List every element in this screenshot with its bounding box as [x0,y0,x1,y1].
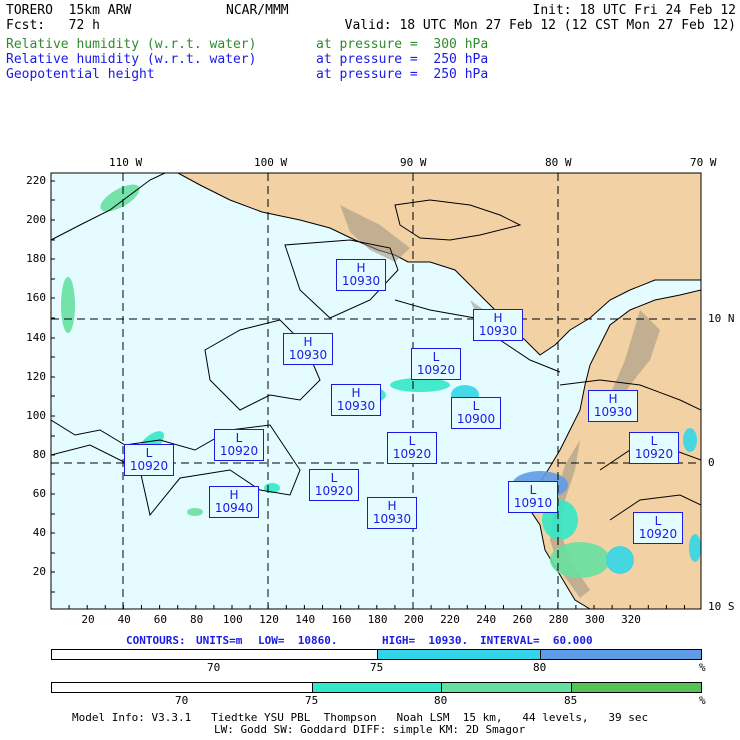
x-tick-label: 300 [584,613,605,626]
x-tick-label: 240 [476,613,497,626]
x-tick-label: 320 [621,613,641,626]
high-center-label: H 10930 [283,333,333,365]
colorbar-300-unit: % [699,694,706,707]
x-tick-label: 140 [295,613,316,626]
colorbar-250-tick-75: 75 [370,661,384,674]
y-tick-label: 220 [26,174,46,187]
x-tick-label: 260 [512,613,533,626]
x-tick-label: 220 [440,613,460,626]
colorbar-300-tick-75: 75 [305,694,319,707]
x-tick-label: 40 [117,613,131,626]
x-tick-label: 200 [403,613,424,626]
extremum-value: 10930 [341,274,381,288]
y-tick-label: 120 [26,370,46,383]
low-center-label: L 10920 [124,444,174,476]
lat-label-0: 0 [708,456,715,469]
lat-label-10s: 10 S [708,600,735,613]
colorbar-300-tick-85: 85 [564,694,578,707]
lon-label-100w: 100 W [254,156,288,169]
colorbar-300-tick-70: 70 [175,694,189,707]
x-tick-label: 280 [548,613,569,626]
low-center-label: L 10920 [309,469,359,501]
high-center-label: H 10930 [367,497,417,529]
colorbar-300-segment-4 [571,682,702,693]
low-center-label: L 10920 [411,348,461,380]
high-center-label: H 10930 [473,309,523,341]
extremum-value: 10920 [219,444,259,458]
extremum-value: 10910 [513,496,553,510]
extremum-value: 10930 [372,512,412,526]
contours-label: CONTOURS: [126,634,186,647]
extremum-value: 10930 [593,405,633,419]
x-tick-label: 120 [259,613,279,626]
y-tick-label: 100 [26,409,46,422]
y-tick-label: 180 [26,252,46,265]
high-center-label: H 10930 [331,384,381,416]
colorbar-250-segment-2 [377,649,541,660]
colorbar-250-segment-1 [51,649,378,660]
y-tick-label: 60 [32,487,46,500]
y-tick-label: 40 [32,526,46,539]
extremum-value: 10900 [456,412,496,426]
contours-units: UNITS=m [196,634,243,647]
y-tick-label: 140 [26,331,46,344]
colorbar-300-segment-3 [441,682,572,693]
contours-low: LOW= 10860. [258,634,338,647]
y-tick-label: 160 [26,291,46,304]
colorbar-250-unit: % [699,661,706,674]
colorbar-300-segment-1 [51,682,313,693]
y-tick-label: 80 [32,448,46,461]
y-tick-label: 200 [26,213,46,226]
colorbar-300-tick-80: 80 [434,694,448,707]
low-center-label: L 10900 [451,397,501,429]
y-tick-label: 20 [32,565,46,578]
low-center-label: L 10920 [633,512,683,544]
high-center-label: H 10930 [588,390,638,422]
low-center-label: L 10920 [387,432,437,464]
contours-high: HIGH= 10930. [382,634,469,647]
extremum-value: 10920 [129,459,169,473]
x-tick-label: 60 [153,613,168,626]
extremum-value: 10940 [214,501,254,515]
low-center-label: L 10920 [214,429,264,461]
high-center-label: H 10940 [209,486,259,518]
extremum-value: 10930 [336,399,376,413]
extremum-value: 10920 [314,484,354,498]
lon-label-90w: 90 W [400,156,427,169]
x-tick-label: 180 [367,613,388,626]
model-physics-line: LW: Godd SW: Goddard DIFF: simple KM: 2D… [214,723,526,736]
x-tick-label: 160 [331,613,352,626]
lon-label-110w: 110 W [109,156,143,169]
extremum-value: 10920 [634,447,674,461]
colorbar-250-tick-80: 80 [533,661,547,674]
contours-interval: INTERVAL= 60.000 [480,634,593,647]
extremum-value: 10930 [478,324,518,338]
low-center-label: L 10910 [508,481,558,513]
x-tick-label: 20 [81,613,95,626]
x-tick-label: 80 [189,613,204,626]
weather-map [50,172,702,610]
x-tick-label: 100 [222,613,243,626]
extremum-value: 10920 [416,363,456,377]
colorbar-300-segment-2 [312,682,442,693]
lat-label-10n: 10 N [708,312,735,325]
extremum-value: 10920 [392,447,432,461]
extremum-value: 10930 [288,348,328,362]
high-center-label: H 10930 [336,259,386,291]
lon-label-80w: 80 W [545,156,572,169]
low-center-label: L 10920 [629,432,679,464]
colorbar-250-tick-70: 70 [207,661,221,674]
lon-label-70w: 70 W [690,156,717,169]
colorbar-250-segment-3 [540,649,702,660]
extremum-value: 10920 [638,527,678,541]
